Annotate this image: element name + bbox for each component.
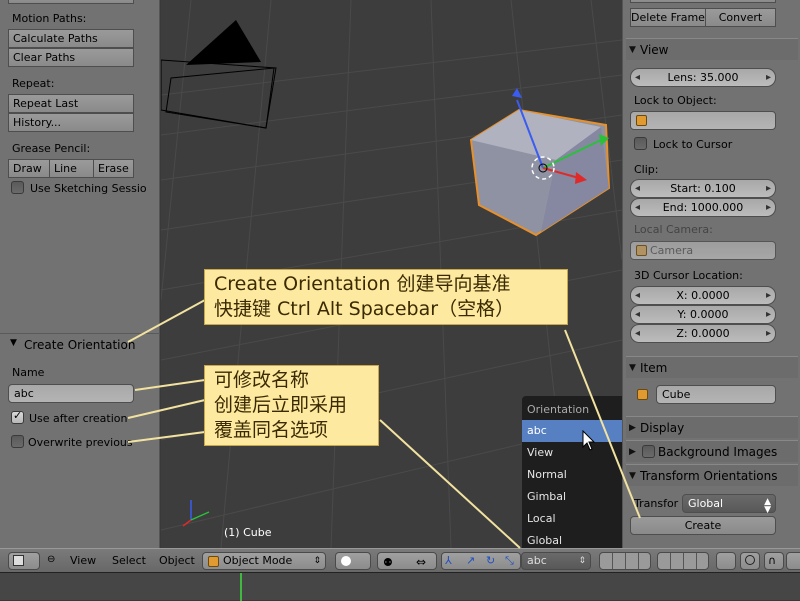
callout-2-line-2: 创建后立即采用 — [214, 394, 348, 416]
callout-2-line-1: 可修改名称 — [214, 369, 310, 391]
callout-1-line-1: Create Orientation 创建导向基准 — [214, 273, 511, 295]
callout-options: 可修改名称 创建后立即采用 覆盖同名选项 — [204, 365, 379, 446]
callout-create-orientation: Create Orientation 创建导向基准 快捷键 Ctrl Alt S… — [204, 269, 568, 325]
callout-1-line-2: 快捷键 Ctrl Alt Spacebar（空格） — [214, 298, 515, 320]
callout-2-line-3: 覆盖同名选项 — [214, 419, 329, 441]
